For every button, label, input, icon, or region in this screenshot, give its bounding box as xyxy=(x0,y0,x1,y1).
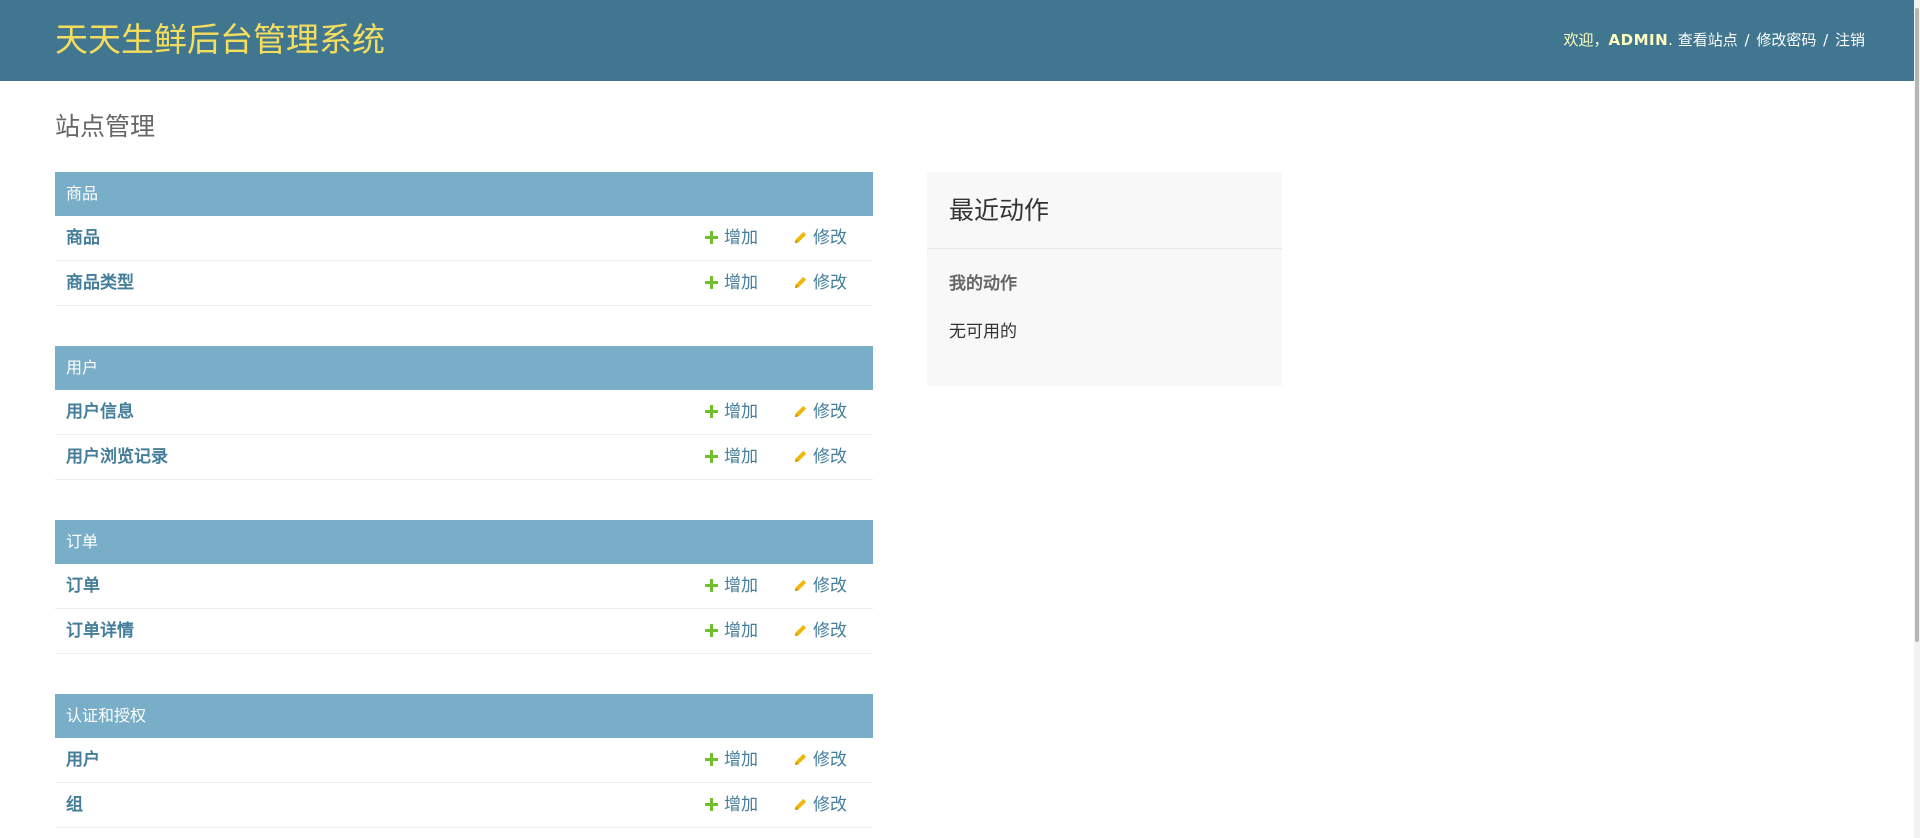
add-label: 增加 xyxy=(724,750,758,770)
view-site-link[interactable]: 查看站点 xyxy=(1678,31,1738,49)
add-link[interactable]: 增加 xyxy=(705,749,758,771)
app-module-users: 用户 用户信息 增加 修改 用户浏览记录 增加 修改 xyxy=(55,346,873,480)
change-link[interactable]: 修改 xyxy=(793,794,847,816)
change-label: 修改 xyxy=(813,447,847,467)
change-link[interactable]: 修改 xyxy=(793,749,847,771)
add-label: 增加 xyxy=(724,447,758,467)
change-link[interactable]: 修改 xyxy=(793,272,847,294)
add-link[interactable]: 增加 xyxy=(705,620,758,642)
plus-icon xyxy=(705,231,718,244)
change-link[interactable]: 修改 xyxy=(793,401,847,423)
pencil-icon xyxy=(794,405,807,418)
model-row: 订单详情 增加 修改 xyxy=(55,609,873,654)
model-link[interactable]: 订单详情 xyxy=(66,620,134,642)
empty-actions-text: 无可用的 xyxy=(949,322,1017,342)
pencil-icon xyxy=(794,579,807,592)
module-caption[interactable]: 订单 xyxy=(55,520,873,564)
add-link[interactable]: 增加 xyxy=(705,401,758,423)
change-label: 修改 xyxy=(813,402,847,422)
model-link[interactable]: 组 xyxy=(66,794,83,816)
change-link[interactable]: 修改 xyxy=(793,575,847,597)
change-label: 修改 xyxy=(813,750,847,770)
plus-icon xyxy=(705,753,718,766)
module-caption[interactable]: 认证和授权 xyxy=(55,694,873,738)
model-row: 用户 增加 修改 xyxy=(55,738,873,783)
model-row: 商品 增加 修改 xyxy=(55,216,873,261)
change-link[interactable]: 修改 xyxy=(793,227,847,249)
scrollbar-thumb[interactable] xyxy=(1915,8,1919,642)
model-link[interactable]: 用户信息 xyxy=(66,401,134,423)
divider xyxy=(927,248,1282,249)
pencil-icon xyxy=(794,231,807,244)
change-link[interactable]: 修改 xyxy=(793,446,847,468)
add-label: 增加 xyxy=(724,228,758,248)
add-label: 增加 xyxy=(724,576,758,596)
add-link[interactable]: 增加 xyxy=(705,575,758,597)
model-row: 组 增加 修改 xyxy=(55,783,873,828)
logout-link[interactable]: 注销 xyxy=(1835,31,1865,49)
add-link[interactable]: 增加 xyxy=(705,227,758,249)
dot-separator: . xyxy=(1668,31,1673,49)
add-link[interactable]: 增加 xyxy=(705,272,758,294)
pencil-icon xyxy=(794,798,807,811)
model-link[interactable]: 订单 xyxy=(66,575,100,597)
recent-actions-panel: 最近动作 我的动作 无可用的 xyxy=(927,172,1282,386)
site-title[interactable]: 天天生鲜后台管理系统 xyxy=(55,18,385,62)
add-label: 增加 xyxy=(724,621,758,641)
add-label: 增加 xyxy=(724,273,758,293)
pencil-icon xyxy=(794,624,807,637)
change-label: 修改 xyxy=(813,273,847,293)
change-label: 修改 xyxy=(813,228,847,248)
app-module-orders: 订单 订单 增加 修改 订单详情 增加 修改 xyxy=(55,520,873,654)
model-link[interactable]: 商品类型 xyxy=(66,272,134,294)
app-module-auth: 认证和授权 用户 增加 修改 组 增加 修改 xyxy=(55,694,873,828)
plus-icon xyxy=(705,405,718,418)
add-label: 增加 xyxy=(724,795,758,815)
model-link[interactable]: 商品 xyxy=(66,227,100,249)
model-link[interactable]: 用户 xyxy=(66,749,100,771)
plus-icon xyxy=(705,579,718,592)
model-link[interactable]: 用户浏览记录 xyxy=(66,446,168,468)
recent-actions-title: 最近动作 xyxy=(949,196,1050,225)
add-link[interactable]: 增加 xyxy=(705,794,758,816)
change-link[interactable]: 修改 xyxy=(793,620,847,642)
change-label: 修改 xyxy=(813,795,847,815)
change-password-link[interactable]: 修改密码 xyxy=(1756,31,1816,49)
separator: / xyxy=(1823,31,1829,49)
module-caption[interactable]: 用户 xyxy=(55,346,873,390)
plus-icon xyxy=(705,450,718,463)
username: ADMIN xyxy=(1608,31,1669,49)
welcome-text: 欢迎， xyxy=(1563,31,1609,49)
add-link[interactable]: 增加 xyxy=(705,446,758,468)
scrollbar-track[interactable] xyxy=(1914,0,1920,838)
model-row: 订单 增加 修改 xyxy=(55,564,873,609)
model-row: 商品类型 增加 修改 xyxy=(55,261,873,306)
change-label: 修改 xyxy=(813,576,847,596)
separator: / xyxy=(1744,31,1750,49)
app-module-goods: 商品 商品 增加 修改 商品类型 增加 修改 xyxy=(55,172,873,306)
plus-icon xyxy=(705,276,718,289)
pencil-icon xyxy=(794,276,807,289)
user-tools: 欢迎，ADMIN. 查看站点 / 修改密码 / 注销 xyxy=(1564,29,1866,51)
pencil-icon xyxy=(794,450,807,463)
my-actions-heading: 我的动作 xyxy=(949,274,1017,294)
model-row: 用户浏览记录 增加 修改 xyxy=(55,435,873,480)
plus-icon xyxy=(705,624,718,637)
site-header: 天天生鲜后台管理系统 欢迎，ADMIN. 查看站点 / 修改密码 / 注销 xyxy=(0,0,1920,81)
model-row: 用户信息 增加 修改 xyxy=(55,390,873,435)
module-caption[interactable]: 商品 xyxy=(55,172,873,216)
plus-icon xyxy=(705,798,718,811)
change-label: 修改 xyxy=(813,621,847,641)
page-title: 站点管理 xyxy=(55,112,156,141)
pencil-icon xyxy=(794,753,807,766)
add-label: 增加 xyxy=(724,402,758,422)
